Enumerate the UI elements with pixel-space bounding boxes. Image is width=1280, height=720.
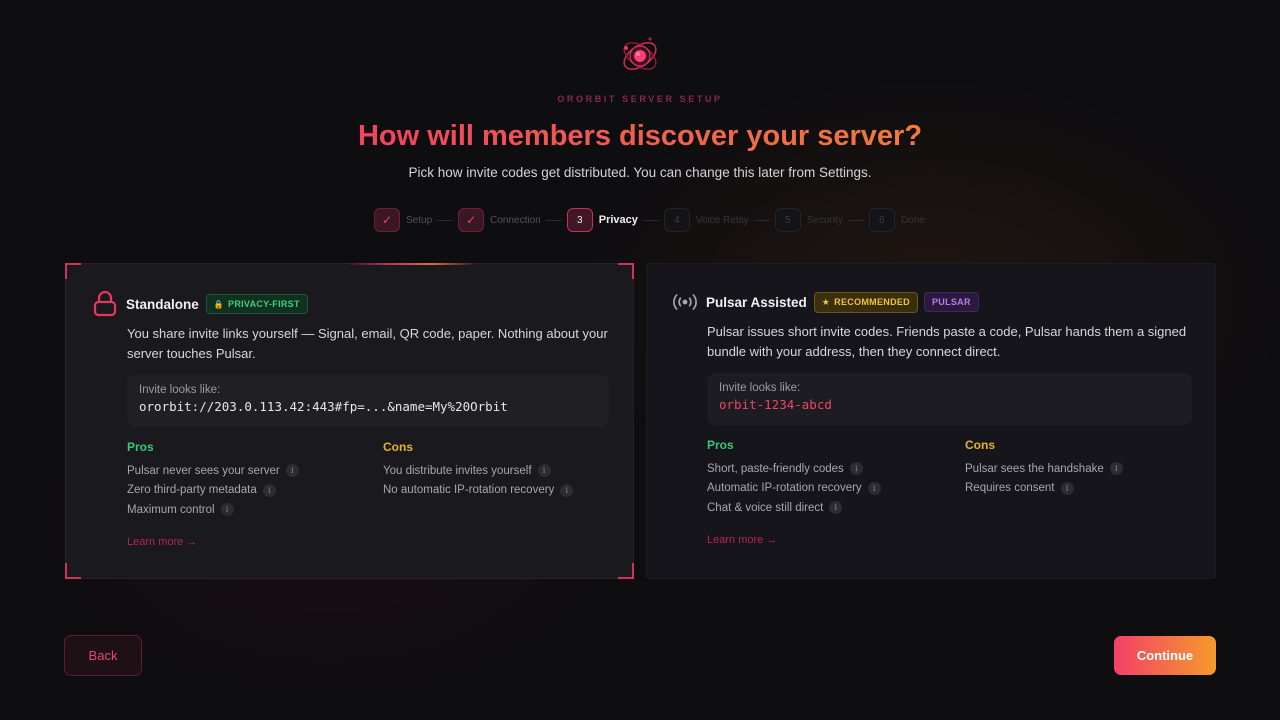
cons-list: Cons You distribute invites yourself i No… — [383, 440, 574, 501]
step-label: Setup — [406, 214, 433, 226]
list-item: You distribute invites yourself i — [383, 461, 573, 481]
selection-corner — [618, 563, 634, 579]
list-item: Pulsar sees the handshake i — [965, 459, 1123, 479]
privacy-first-badge: 🔒 PRIVACY-FIRST — [205, 294, 308, 314]
badge-label: RECOMMENDED — [834, 297, 910, 307]
selection-corner — [65, 563, 81, 579]
check-icon: ✓ — [458, 208, 485, 232]
step-label: Done — [900, 214, 925, 226]
info-icon[interactable]: i — [220, 503, 234, 517]
pros-list: Pros Pulsar never sees your server i Zero… — [127, 440, 299, 520]
lock-icon: 🔒 — [213, 299, 225, 309]
selection-corner — [618, 263, 634, 279]
step-label: Privacy — [598, 214, 638, 226]
page-subtitle: Pick how invite codes get distributed. Y… — [408, 165, 872, 180]
broadcast-icon — [672, 289, 698, 315]
list-item: Automatic IP-rotation recovery i — [707, 479, 881, 499]
step-label: Security — [806, 214, 843, 226]
cons-heading: Cons — [383, 440, 413, 454]
learn-more-link[interactable]: Learn more → — [707, 534, 777, 546]
info-icon[interactable]: i — [285, 464, 299, 478]
card-title: Standalone — [126, 296, 199, 312]
step-number: 3 — [566, 208, 593, 232]
pulsar-badge: PULSAR — [923, 292, 979, 312]
pros-list: Pros Short, paste-friendly codes i Automa… — [707, 438, 881, 518]
step-connector — [753, 219, 770, 221]
continue-button[interactable]: Continue — [1114, 636, 1216, 675]
list-item: Chat & voice still direct i — [707, 498, 881, 518]
info-icon[interactable]: i — [867, 481, 881, 495]
step-connector — [437, 219, 454, 221]
step-label: Voice Relay — [695, 214, 749, 226]
card-header: Pulsar Assisted ★ RECOMMENDED PULSAR — [672, 289, 985, 315]
pros-heading: Pros — [707, 438, 734, 452]
step-number: 4 — [663, 208, 690, 232]
cons-list: Cons Pulsar sees the handshake i Requires… — [965, 438, 1123, 498]
standalone-option-card[interactable]: Standalone 🔒 PRIVACY-FIRST You share inv… — [65, 263, 634, 579]
card-description: You share invite links yourself — Signal… — [127, 326, 608, 361]
step-connector — [847, 219, 864, 221]
step-label: Connection — [490, 214, 541, 226]
invite-label: Invite looks like: — [719, 382, 801, 394]
list-item: No automatic IP-rotation recovery i — [383, 481, 574, 501]
step-connector — [642, 219, 659, 221]
lock-icon — [92, 291, 118, 317]
info-icon[interactable]: i — [262, 483, 276, 497]
info-icon[interactable]: i — [560, 483, 574, 497]
step-privacy[interactable]: 3 Privacy — [566, 208, 638, 232]
info-icon[interactable]: i — [1109, 462, 1123, 476]
step-connection[interactable]: ✓ Connection — [458, 208, 541, 232]
step-number: 6 — [868, 208, 895, 232]
card-description: Pulsar issues short invite codes. Friend… — [707, 324, 1187, 359]
step-voice-relay: 4 Voice Relay — [663, 208, 749, 232]
page-title: How will members discover your server? — [0, 120, 1280, 153]
info-icon[interactable]: i — [829, 501, 843, 515]
setup-stepper: ✓ Setup ✓ Connection 3 Privacy 4 Voice R… — [374, 207, 925, 233]
recommended-badge: ★ RECOMMENDED — [813, 291, 918, 313]
pulsar-assisted-option-card[interactable]: Pulsar Assisted ★ RECOMMENDED PULSAR Pul… — [646, 263, 1216, 579]
invite-value: ororbit://203.0.113.42:443#fp=...&name=M… — [139, 399, 508, 414]
invite-value: orbit-1234-abcd — [719, 397, 832, 412]
invite-example: Invite looks like: orbit-1234-abcd — [707, 373, 1192, 425]
brand-label: ORORBIT SERVER SETUP — [557, 94, 723, 104]
learn-more-link[interactable]: Learn more → — [127, 536, 197, 548]
invite-label: Invite looks like: — [139, 384, 221, 396]
list-item: Zero third-party metadata i — [127, 481, 299, 501]
badge-label: PRIVACY-FIRST — [228, 299, 300, 309]
info-icon[interactable]: i — [537, 464, 551, 478]
step-setup[interactable]: ✓ Setup — [374, 208, 432, 232]
info-icon[interactable]: i — [1060, 481, 1074, 495]
back-button[interactable]: Back — [64, 635, 142, 676]
card-title: Pulsar Assisted — [706, 294, 807, 310]
pros-heading: Pros — [127, 440, 154, 454]
info-icon[interactable]: i — [849, 462, 863, 476]
card-header: Standalone 🔒 PRIVACY-FIRST — [92, 291, 314, 317]
selection-glow — [346, 263, 476, 265]
list-item: Short, paste-friendly codes i — [707, 459, 881, 479]
step-number: 5 — [774, 208, 801, 232]
list-item: Pulsar never sees your server i — [127, 461, 299, 481]
list-item: Requires consent i — [965, 479, 1123, 499]
invite-example: Invite looks like: ororbit://203.0.113.4… — [127, 375, 609, 427]
star-icon: ★ — [821, 296, 831, 307]
step-security: 5 Security — [774, 208, 843, 232]
step-done: 6 Done — [868, 208, 925, 232]
list-item: Maximum control i — [127, 500, 299, 520]
selection-corner — [65, 263, 81, 279]
check-icon: ✓ — [374, 208, 400, 232]
step-connector — [545, 219, 562, 221]
ororbit-logo-icon — [619, 31, 661, 81]
cons-heading: Cons — [965, 438, 995, 452]
